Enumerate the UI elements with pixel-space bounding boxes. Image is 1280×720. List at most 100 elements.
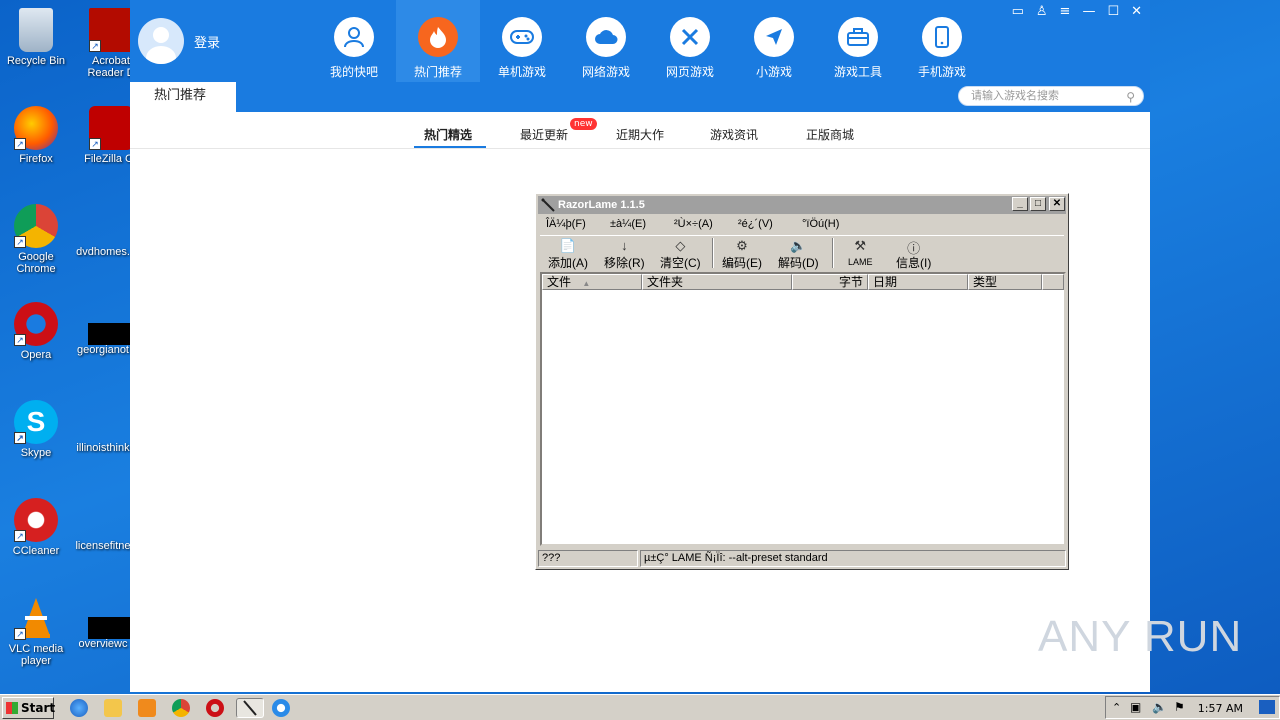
menu-action[interactable]: ²Ù×÷(A) xyxy=(674,218,713,230)
nav-mobile-games[interactable]: 手机游戏 xyxy=(900,0,984,82)
nav-online-games[interactable]: 网络游戏 xyxy=(564,0,648,82)
toolbar-label: 清空(C) xyxy=(660,256,701,270)
dialog-title-bar[interactable]: RazorLame 1.1.5 _ □ ✕ xyxy=(538,196,1066,214)
minimize-button[interactable]: — xyxy=(1082,4,1095,19)
desktop-icon-georgianot[interactable]: georgianot xyxy=(68,344,138,356)
clear-icon: ◇ xyxy=(675,238,686,253)
clock[interactable]: 1:57 AM xyxy=(1198,702,1243,715)
dialog-minimize-button[interactable]: _ xyxy=(1012,197,1028,211)
subnav-game-news[interactable]: 游戏资讯 xyxy=(710,126,758,143)
explorer-folder-icon[interactable] xyxy=(104,699,122,717)
action-center-flag-icon[interactable]: ⚑ xyxy=(1174,700,1185,714)
close-button[interactable]: ✕ xyxy=(1131,4,1142,19)
show-desktop-button[interactable] xyxy=(1259,700,1275,714)
status-left: ??? xyxy=(538,550,638,567)
opera-taskbar-icon[interactable] xyxy=(206,699,224,717)
desktop-icon-label: licensefitne xyxy=(75,540,131,552)
dialog-close-button[interactable]: ✕ xyxy=(1049,197,1065,211)
desktop-icon-label: Recycle Bin xyxy=(6,55,66,67)
column-label: 文件夹 xyxy=(647,275,684,289)
info-button[interactable]: ⓘ 信息(I) xyxy=(896,238,931,271)
desktop-icon-firefox[interactable]: ↗ Firefox xyxy=(1,106,71,165)
nav-label: 热门推荐 xyxy=(413,65,462,79)
column-header-bytes[interactable]: 字节 xyxy=(792,274,868,290)
column-label: 日期 xyxy=(873,275,898,289)
nav-web-games[interactable]: 网页游戏 xyxy=(648,0,732,82)
internet-explorer-icon[interactable] xyxy=(70,699,88,717)
nav-label: 手机游戏 xyxy=(917,65,966,79)
column-header-file[interactable]: 文件 ▲ xyxy=(542,274,642,290)
file-thumbnail xyxy=(88,323,132,345)
desktop-icon-licensefitne[interactable]: licensefitne xyxy=(68,540,138,552)
encode-icon: ⚙ xyxy=(736,238,748,253)
desktop-icon-illinoisthink[interactable]: illinoisthink xyxy=(68,442,138,454)
column-header-folder[interactable]: 文件夹 xyxy=(642,274,792,290)
menu-view[interactable]: ²é¿´(V) xyxy=(738,218,773,230)
subnav-recent-updates[interactable]: 最近更新 xyxy=(520,126,568,143)
desktop-icon-vlc[interactable]: ↗ VLC media player xyxy=(1,596,71,667)
paper-plane-icon xyxy=(754,17,794,57)
menu-icon[interactable]: ≡ xyxy=(1060,4,1071,19)
desktop-icon-ccleaner[interactable]: ↗ CCleaner xyxy=(1,498,71,557)
remove-button[interactable]: ↓ 移除(R) xyxy=(604,238,645,271)
nav-my-kuaiba[interactable]: 我的快吧 xyxy=(312,0,396,82)
file-list[interactable]: 文件 ▲ 文件夹 字节 日期 类型 xyxy=(540,272,1066,546)
menu-edit[interactable]: ±à¼­(E) xyxy=(610,218,646,230)
volume-icon[interactable]: 🔈 xyxy=(1152,700,1167,714)
sort-up-icon: ▲ xyxy=(582,279,591,288)
start-button[interactable]: Start xyxy=(2,697,55,719)
column-header-type[interactable]: 类型 xyxy=(968,274,1042,290)
filezilla-icon: ↗ xyxy=(89,106,133,150)
toolbar-label: 编码(E) xyxy=(722,256,762,270)
gamepad-icon xyxy=(502,17,542,57)
maximize-button[interactable]: ☐ xyxy=(1107,4,1119,19)
dialog-maximize-button[interactable]: □ xyxy=(1030,197,1046,211)
subnav-hot-picks[interactable]: 热门精选 xyxy=(424,126,472,143)
tab-hot-recommend[interactable]: 热门推荐 xyxy=(130,82,236,112)
desktop-icon-label: Acrobat Reader D xyxy=(87,55,135,79)
column-label: 类型 xyxy=(973,275,998,289)
search-icon[interactable]: ⚲ xyxy=(1126,88,1135,106)
nav-label: 小游戏 xyxy=(755,65,792,79)
menu-file[interactable]: ÎÄ¼þ(F) xyxy=(546,218,586,230)
window-controls: ▭ ♙ ≡ — ☐ ✕ xyxy=(1012,4,1142,19)
kuaiba-taskbar-icon[interactable] xyxy=(272,699,290,717)
system-tray: ⌃ ▣ 🔈 ⚑ 1:57 AM xyxy=(1105,696,1280,719)
search-placeholder: 请输入游戏名搜索 xyxy=(971,89,1059,102)
feedback-icon[interactable]: ▭ xyxy=(1012,4,1024,19)
encode-button[interactable]: ⚙ 编码(E) xyxy=(722,238,762,271)
login-link[interactable]: 登录 xyxy=(194,32,220,51)
nav-hot-recommend[interactable]: 热门推荐 xyxy=(396,0,480,82)
menu-help[interactable]: °ïÖú(H) xyxy=(802,218,839,230)
desktop-icon-chrome[interactable]: ↗ Google Chrome xyxy=(1,204,71,275)
network-icon[interactable]: ▣ xyxy=(1130,700,1141,714)
razorlame-taskbar-button[interactable] xyxy=(236,698,264,718)
media-player-icon[interactable] xyxy=(138,699,156,717)
skin-icon[interactable]: ♙ xyxy=(1036,4,1048,19)
desktop-icon-opera[interactable]: ↗ Opera xyxy=(1,302,71,361)
clear-button[interactable]: ◇ 清空(C) xyxy=(660,238,701,271)
subnav-official-store[interactable]: 正版商城 xyxy=(806,126,854,143)
chrome-taskbar-icon[interactable] xyxy=(172,699,190,717)
nav-single-player[interactable]: 单机游戏 xyxy=(480,0,564,82)
desktop-icon-recycle-bin[interactable]: Recycle Bin xyxy=(1,8,71,67)
desktop-icon-dvdhomes[interactable]: dvdhomes. xyxy=(68,246,138,258)
desktop-icon-overviewc[interactable]: overviewc xyxy=(68,638,138,650)
dialog-toolbar: 📄 添加(A) ↓ 移除(R) ◇ 清空(C) ⚙ 编码(E) 🔈 解码(D) … xyxy=(540,235,1064,271)
nav-game-tools[interactable]: 游戏工具 xyxy=(816,0,900,82)
swords-icon xyxy=(670,17,710,57)
tray-expand-icon[interactable]: ⌃ xyxy=(1112,701,1121,714)
file-thumbnail xyxy=(88,617,132,639)
desktop-icon-skype[interactable]: S ↗ Skype xyxy=(1,400,71,459)
desktop-icon-label: Skype xyxy=(20,447,52,459)
add-button[interactable]: 📄 添加(A) xyxy=(548,238,588,271)
decode-button[interactable]: 🔈 解码(D) xyxy=(778,238,819,271)
nav-mini-games[interactable]: 小游戏 xyxy=(732,0,816,82)
lame-settings-button[interactable]: ⚒ LAME xyxy=(848,238,873,268)
ccleaner-icon: ↗ xyxy=(14,498,58,542)
search-input[interactable]: 请输入游戏名搜索 ⚲ xyxy=(958,86,1144,106)
nav-label: 游戏工具 xyxy=(833,65,882,79)
avatar[interactable] xyxy=(138,18,184,64)
column-header-date[interactable]: 日期 xyxy=(868,274,968,290)
subnav-recent-blockbusters[interactable]: 近期大作 xyxy=(616,126,664,143)
